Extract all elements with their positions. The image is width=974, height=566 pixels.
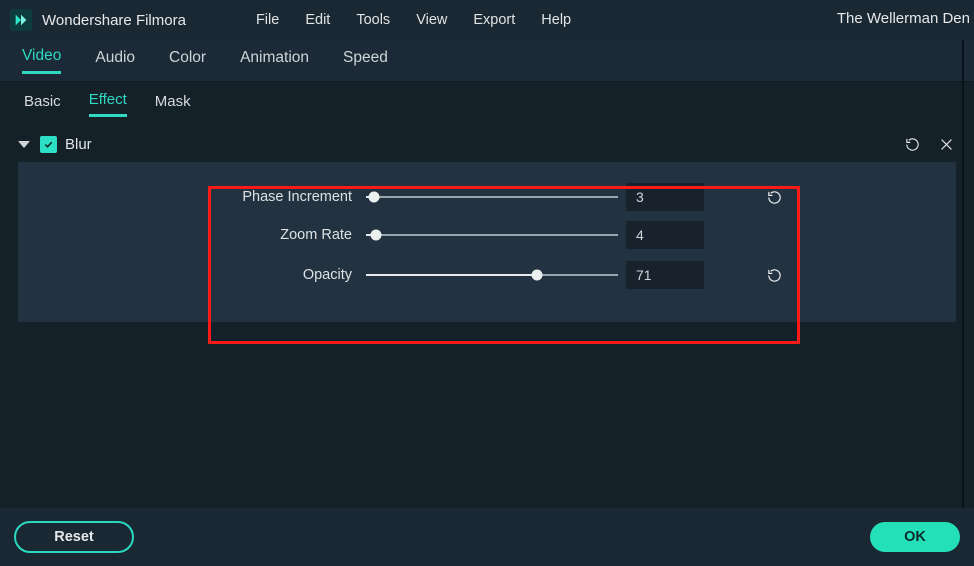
tab-color[interactable]: Color [169,49,206,73]
close-icon[interactable] [936,134,956,154]
ok-button[interactable]: OK [870,522,960,552]
subtab-basic[interactable]: Basic [24,93,61,116]
reset-icon[interactable] [764,187,784,207]
section-header: Blur [0,126,974,162]
tab-video[interactable]: Video [22,47,61,74]
effect-panel: Phase Increment Zoom Rate Opacity [18,162,956,322]
section-label: Blur [65,136,92,153]
tab-audio[interactable]: Audio [95,49,135,73]
menu-edit[interactable]: Edit [305,12,330,28]
opacity-slider[interactable] [366,265,618,285]
project-title: The Wellerman Den [837,10,974,27]
param-label: Zoom Rate [18,227,366,243]
menu-export[interactable]: Export [473,12,515,28]
menu-file[interactable]: File [256,12,279,28]
menubar: Wondershare Filmora File Edit Tools View… [0,0,974,40]
section-checkbox[interactable] [40,136,57,153]
tab-speed[interactable]: Speed [343,49,388,73]
subtab-effect[interactable]: Effect [89,91,127,117]
param-label: Phase Increment [18,189,366,205]
content-area: Phase Increment Zoom Rate Opacity [0,162,974,518]
menu-tools[interactable]: Tools [356,12,390,28]
phase-increment-input[interactable] [626,183,704,211]
opacity-input[interactable] [626,261,704,289]
subtab-mask[interactable]: Mask [155,93,191,116]
menu-view[interactable]: View [416,12,447,28]
tab-animation[interactable]: Animation [240,49,309,73]
phase-increment-slider[interactable] [366,187,618,207]
secondary-tabs: Basic Effect Mask [0,82,974,126]
menu-items: File Edit Tools View Export Help [256,12,571,28]
zoom-rate-input[interactable] [626,221,704,249]
disclosure-triangle-icon[interactable] [18,141,30,148]
menu-help[interactable]: Help [541,12,571,28]
param-zoom-rate: Zoom Rate [18,214,956,254]
primary-tabs: Video Audio Color Animation Speed [0,40,974,82]
reset-button[interactable]: Reset [14,521,134,553]
section-reset-icon[interactable] [902,134,922,154]
zoom-rate-slider[interactable] [366,225,618,245]
panel-divider[interactable] [962,40,964,508]
param-phase-increment: Phase Increment [18,162,956,214]
app-logo-icon [10,9,32,31]
app-name: Wondershare Filmora [42,12,186,29]
footer: Reset OK [0,508,974,566]
param-label: Opacity [18,267,366,283]
param-opacity: Opacity [18,254,956,294]
reset-icon[interactable] [764,265,784,285]
